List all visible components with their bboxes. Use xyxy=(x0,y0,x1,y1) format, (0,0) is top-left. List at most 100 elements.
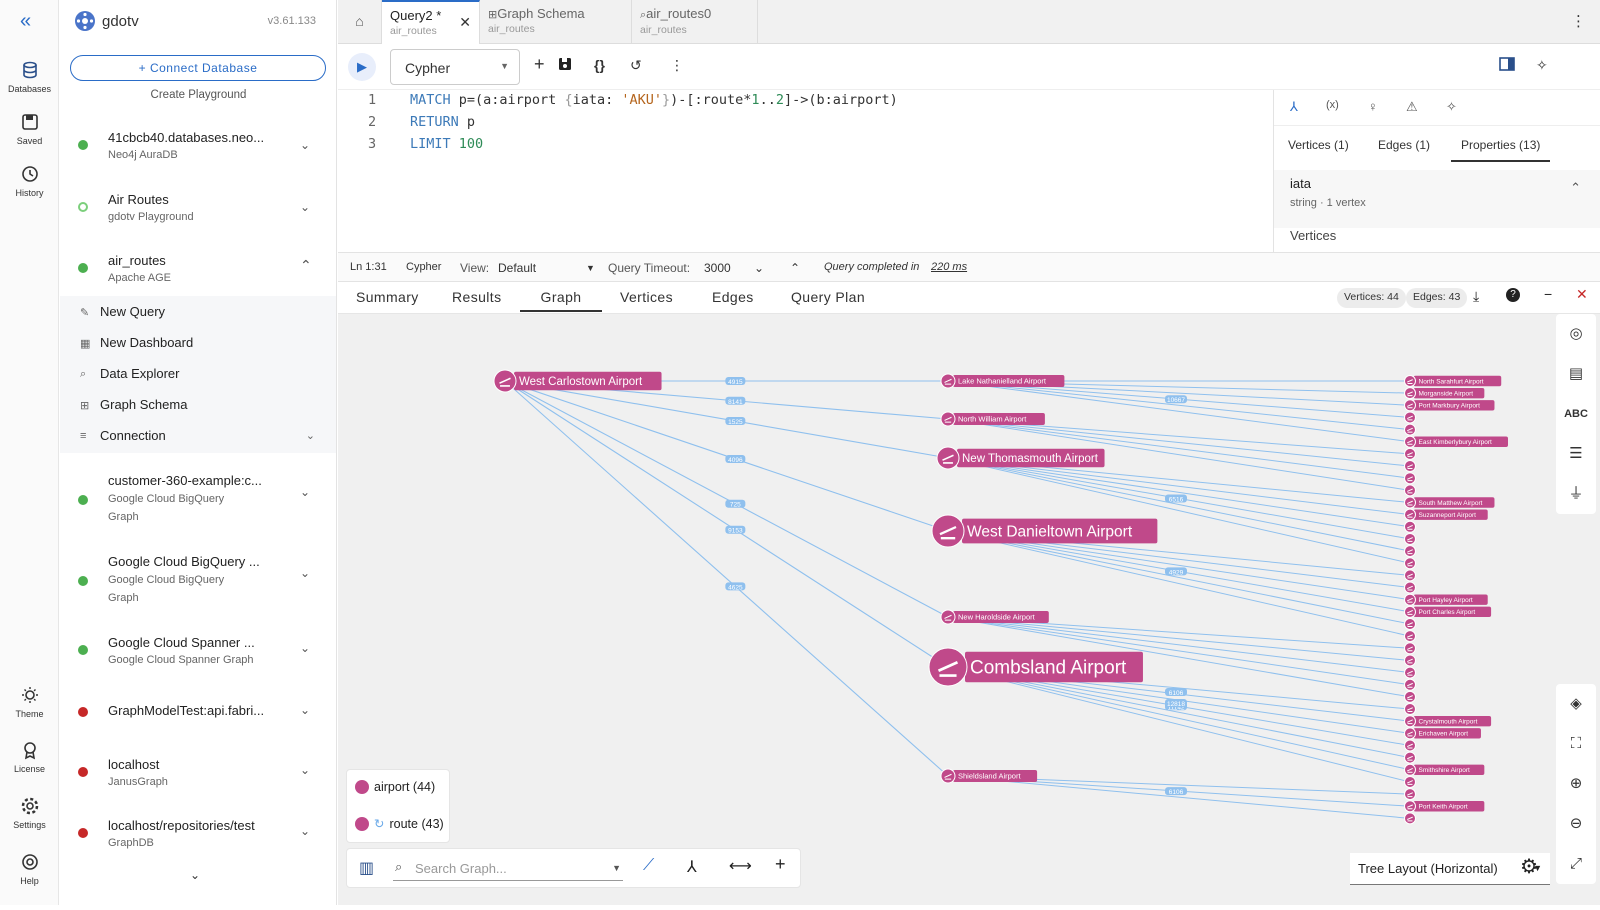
tab-summary[interactable]: Summary xyxy=(356,289,419,305)
tune-icon[interactable]: ☰ xyxy=(1556,434,1596,474)
path-icon[interactable]: ⟋ xyxy=(643,857,654,875)
menu-new-dashboard[interactable]: ▦ New Dashboard xyxy=(80,335,193,350)
db-item[interactable]: Google Cloud BigQuery ... Google Cloud B… xyxy=(60,552,336,612)
zoom-out-icon[interactable]: ⊖ xyxy=(1556,804,1596,844)
rail-saved[interactable]: Saved xyxy=(0,112,59,146)
tab-vertices[interactable]: Vertices (1) xyxy=(1278,130,1359,160)
chevron-up-icon[interactable]: ⌃ xyxy=(300,257,312,274)
more-vert-icon[interactable]: ⋮ xyxy=(670,57,684,74)
menu-new-query[interactable]: ✎ New Query xyxy=(80,304,165,319)
airport-node-label: Lake Nathanielland Airport xyxy=(958,377,1047,386)
tab-air-routes0[interactable]: ⌕air_routes0 air_routes xyxy=(632,0,758,44)
db-item[interactable]: Google Cloud Spanner ... Google Cloud Sp… xyxy=(60,633,336,678)
db-item-active[interactable]: air_routes Apache AGE ⌃ xyxy=(60,251,336,296)
chevron-down-icon[interactable]: ⌄ xyxy=(300,641,310,655)
rail-theme[interactable]: Theme xyxy=(0,685,59,719)
variables-icon[interactable]: (x) xyxy=(1326,99,1339,111)
chevron-down-icon[interactable]: ⌄ xyxy=(300,763,310,777)
graph-tools-bottom: ◈ ⛶ ⊕ ⊖ ⤢ xyxy=(1556,684,1596,884)
layers-icon[interactable]: ◈ xyxy=(1556,684,1596,724)
menu-graph-schema[interactable]: ⊞ Graph Schema xyxy=(80,397,187,412)
chevron-down-icon[interactable]: ⌄ xyxy=(754,261,764,275)
add-icon[interactable]: + xyxy=(534,54,545,75)
rail-help[interactable]: Help xyxy=(0,852,59,886)
close-tab-icon[interactable]: ✕ xyxy=(459,14,471,31)
save-icon[interactable] xyxy=(558,57,572,74)
tab-query2[interactable]: Query2 * air_routes ✕ xyxy=(382,0,480,44)
tab-query-plan[interactable]: Query Plan xyxy=(791,289,865,305)
ai-sparkle-icon[interactable]: ✧ xyxy=(1536,57,1548,74)
fullscreen-icon[interactable]: ⤢ xyxy=(1556,844,1596,884)
lightbulb-icon[interactable]: ♀ xyxy=(1368,99,1378,114)
history-icon[interactable]: ↺ xyxy=(630,57,642,74)
tab-results[interactable]: Results xyxy=(452,289,501,305)
zoom-in-icon[interactable]: ⊕ xyxy=(1556,764,1596,804)
table-icon: ⊞ xyxy=(488,9,498,21)
property-group[interactable]: iata string · 1 vertex ⌃ xyxy=(1274,170,1600,228)
graph-canvas[interactable]: 4915 8141 1525 4096 725 9153 4625 10667 6516 4929… xyxy=(338,314,1600,905)
rail-license[interactable]: License xyxy=(0,740,59,774)
warning-icon[interactable]: ⚠ xyxy=(1406,99,1418,115)
view-select[interactable]: Default xyxy=(498,261,536,275)
split-view-icon[interactable] xyxy=(1499,57,1515,74)
gear-icon[interactable]: ⚙ xyxy=(1520,854,1538,879)
chevron-down-icon[interactable]: ⌄ xyxy=(300,485,310,499)
menu-data-explorer[interactable]: ⌕ Data Explorer xyxy=(80,366,179,381)
collapse-sidebar-icon[interactable]: « xyxy=(20,10,31,33)
db-item[interactable]: Air Routes gdotv Playground ⌄ xyxy=(60,190,336,240)
chevron-up-icon[interactable]: ⌃ xyxy=(790,261,800,275)
tab-properties[interactable]: Properties (13) xyxy=(1451,130,1551,162)
minimize-icon[interactable]: − xyxy=(1544,286,1552,302)
download-icon[interactable]: ⤓ xyxy=(1473,288,1479,305)
db-item[interactable]: GraphModelTest:api.fabri... ⌄ xyxy=(60,703,336,733)
table-view-icon[interactable]: ▤ xyxy=(1556,354,1596,394)
run-query-button[interactable]: ▶ xyxy=(348,53,376,81)
scroll-more-icon[interactable]: ⌄ xyxy=(190,868,200,882)
query-completed-label: Query completed in xyxy=(824,261,920,273)
legend-route[interactable]: ↻ route (43) xyxy=(355,816,444,831)
connect-database-button[interactable]: + Connect Database xyxy=(70,55,326,81)
db-item[interactable]: 41cbcb40.databases.neo... Neo4j AuraDB ⌄ xyxy=(60,128,336,178)
tree-icon[interactable]: ⅄ xyxy=(687,857,697,877)
close-icon[interactable]: ✕ xyxy=(1576,286,1588,303)
label-abc-icon[interactable]: ABC xyxy=(1556,394,1596,434)
tab-graph-schema[interactable]: ⊞Graph Schema air_routes xyxy=(480,0,632,44)
format-braces-icon[interactable]: {} xyxy=(594,57,605,73)
graph-svg[interactable]: 4915 8141 1525 4096 725 9153 4625 10667 6516 4929… xyxy=(338,314,1600,905)
tab-vertices[interactable]: Vertices xyxy=(620,289,673,305)
expand-horizontal-icon[interactable]: ⟷ xyxy=(729,856,752,876)
rail-settings[interactable]: Settings xyxy=(0,796,59,830)
graph-search-input[interactable]: ⌕ Search Graph... ▼ xyxy=(393,857,623,881)
create-playground-link[interactable]: Create Playground xyxy=(60,89,336,101)
menu-connection[interactable]: ≡ Connection ⌄ xyxy=(80,428,315,443)
tab-graph[interactable]: Graph xyxy=(520,289,602,312)
tab-edges[interactable]: Edges (1) xyxy=(1368,130,1440,160)
filter-icon[interactable]: ⏚ xyxy=(1556,474,1596,514)
add-icon[interactable]: + xyxy=(775,854,786,875)
chevron-down-icon[interactable]: ⌄ xyxy=(300,138,310,152)
timeout-input[interactable]: 3000 xyxy=(704,261,731,275)
home-tab[interactable]: ⌂ xyxy=(338,0,382,44)
db-item[interactable]: localhost JanusGraph ⌄ xyxy=(60,755,336,800)
db-item[interactable]: localhost/repositories/test GraphDB ⌄ xyxy=(60,816,336,861)
more-vert-icon[interactable]: ⋮ xyxy=(1571,12,1586,30)
cypher-editor[interactable]: 1 2 3 MATCH p=(a:airport {iata: 'AKU'})-… xyxy=(338,90,1273,252)
chevron-down-icon[interactable]: ⌄ xyxy=(300,703,310,717)
legend-airport[interactable]: airport (44) xyxy=(355,780,435,794)
language-select[interactable]: Cypher ▼ xyxy=(390,49,520,85)
rail-databases[interactable]: Databases xyxy=(0,60,59,94)
chevron-down-icon[interactable]: ⌄ xyxy=(300,566,310,580)
chevron-down-icon[interactable]: ⌄ xyxy=(300,824,310,838)
rail-history[interactable]: History xyxy=(0,164,59,198)
tab-edges[interactable]: Edges xyxy=(712,289,754,305)
menu-label: Data Explorer xyxy=(100,366,180,381)
focus-icon[interactable]: ⛶ xyxy=(1556,724,1596,764)
locate-icon[interactable]: ◎ xyxy=(1556,314,1596,354)
map-icon[interactable]: ▥ xyxy=(359,858,374,878)
db-item[interactable]: customer-360-example:c... Google Cloud B… xyxy=(60,471,336,531)
help-icon[interactable]: ? xyxy=(1506,288,1520,302)
ai-sparkle-icon[interactable]: ✧ xyxy=(1446,99,1457,115)
chevron-down-icon[interactable]: ⌄ xyxy=(300,200,310,214)
chevron-up-icon[interactable]: ⌃ xyxy=(1570,180,1581,196)
graph-tree-icon[interactable]: ⅄ xyxy=(1290,99,1298,115)
